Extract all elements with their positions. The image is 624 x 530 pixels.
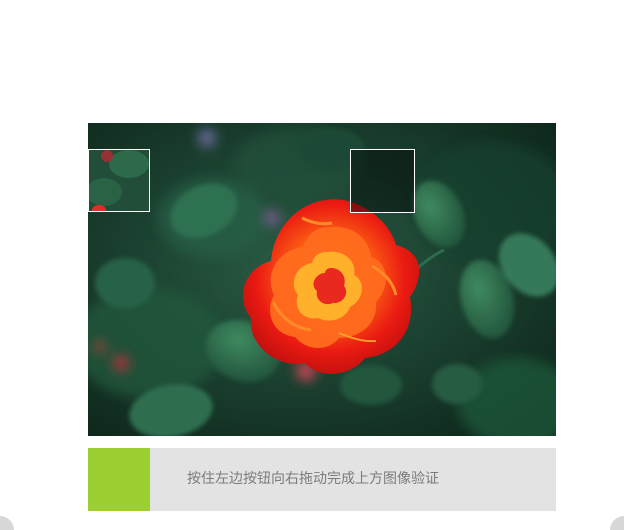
slider-hint-text: 按住左边按钮向右拖动完成上方图像验证 — [187, 471, 439, 487]
captcha-image — [88, 123, 556, 436]
frame-corner-right — [610, 516, 624, 530]
puzzle-piece-image-icon — [89, 150, 149, 211]
frame-corner-left — [0, 516, 14, 530]
slider-track[interactable]: 按住左边按钮向右拖动完成上方图像验证 — [88, 448, 556, 511]
captcha-puzzle-piece[interactable] — [88, 149, 150, 212]
captcha-puzzle-target-slot — [350, 149, 415, 213]
rose-photo-icon — [88, 123, 556, 436]
slider-handle-button[interactable] — [88, 448, 150, 511]
